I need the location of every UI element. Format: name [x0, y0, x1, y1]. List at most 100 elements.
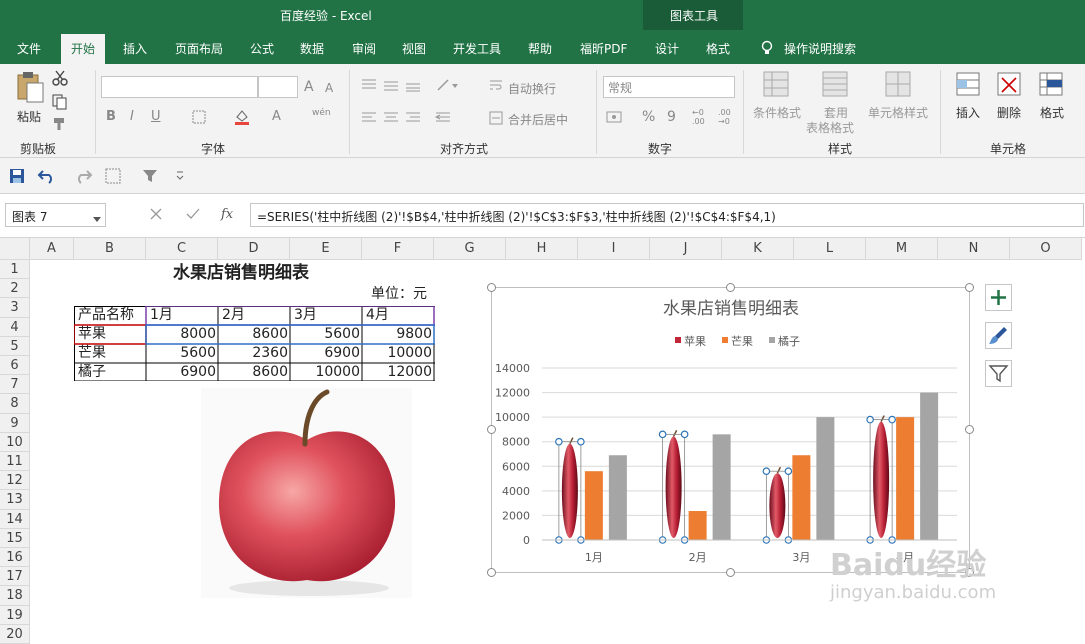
tab-file[interactable]: 文件 [17, 40, 41, 57]
resize-handle[interactable] [726, 568, 735, 577]
tab-review[interactable]: 审阅 [352, 40, 376, 57]
formula-input[interactable]: =SERIES('柱中折线图 (2)'!$B$4,'柱中折线图 (2)'!$C$… [250, 203, 1084, 227]
table-cell[interactable]: 9800 [363, 325, 435, 345]
row-header-11[interactable]: 11 [0, 452, 30, 472]
column-header-b[interactable]: B [74, 238, 146, 260]
number-format-select[interactable]: 常规 [603, 76, 735, 98]
column-header-k[interactable]: K [722, 238, 794, 260]
row-header-7[interactable]: 7 [0, 375, 30, 395]
resize-handle[interactable] [726, 283, 735, 292]
chart-elements-button[interactable] [985, 284, 1012, 311]
row-header-16[interactable]: 16 [0, 548, 30, 568]
header-product[interactable]: 产品名称 [75, 306, 137, 326]
format-cells-icon[interactable] [1037, 70, 1065, 101]
table-cell[interactable]: 8600 [219, 363, 291, 383]
tab-format[interactable]: 格式 [706, 40, 730, 57]
sheet-title[interactable]: 水果店销售明细表 [170, 264, 312, 284]
row-header-13[interactable]: 13 [0, 490, 30, 510]
column-header-o[interactable]: O [1010, 238, 1082, 260]
orientation-icon[interactable] [436, 78, 460, 95]
copy-icon[interactable] [52, 94, 70, 113]
percent-button[interactable]: % [642, 109, 655, 125]
delete-cells-button[interactable]: 删除 [997, 104, 1021, 121]
enter-check-icon[interactable] [186, 208, 200, 223]
tab-insert[interactable]: 插入 [123, 40, 147, 57]
row-header-1[interactable]: 1 [0, 260, 30, 280]
table-format-icon[interactable] [821, 70, 849, 101]
cut-icon[interactable] [52, 70, 68, 89]
conditional-format-button[interactable]: 条件格式 [753, 104, 801, 121]
resize-handle[interactable] [965, 283, 974, 292]
row-header-18[interactable]: 18 [0, 586, 30, 606]
phonetic-button[interactable]: wén [312, 108, 331, 118]
unit-label[interactable]: 单位：元 [368, 285, 430, 305]
column-header-a[interactable]: A [30, 238, 74, 260]
table-cell[interactable]: 5600 [147, 344, 219, 364]
tell-me-search[interactable]: 操作说明搜索 [784, 40, 856, 57]
wrap-text-button[interactable]: 自动换行 [508, 80, 556, 97]
tab-design[interactable]: 设计 [655, 40, 679, 57]
tab-data[interactable]: 数据 [300, 40, 324, 57]
tab-formulas[interactable]: 公式 [250, 40, 274, 57]
undo-icon[interactable] [37, 168, 57, 187]
font-size-select[interactable] [258, 76, 298, 98]
resize-handle[interactable] [487, 568, 496, 577]
table-cell[interactable]: 10000 [291, 363, 363, 383]
delete-cells-icon[interactable] [996, 70, 1022, 101]
fill-color-icon[interactable] [234, 108, 250, 129]
column-header-l[interactable]: L [794, 238, 866, 260]
insert-cells-icon[interactable] [955, 70, 981, 101]
tab-view[interactable]: 视图 [402, 40, 426, 57]
save-icon[interactable] [9, 168, 25, 187]
column-header-n[interactable]: N [938, 238, 1010, 260]
column-header-c[interactable]: C [146, 238, 218, 260]
column-header-d[interactable]: D [218, 238, 290, 260]
cell-styles-icon[interactable] [884, 70, 912, 101]
format-cells-button[interactable]: 格式 [1040, 104, 1064, 121]
row-header-17[interactable]: 17 [0, 567, 30, 587]
table-cell[interactable]: 12000 [363, 363, 435, 383]
font-name-select[interactable] [101, 76, 258, 98]
tab-help[interactable]: 帮助 [528, 40, 552, 57]
insert-cells-button[interactable]: 插入 [956, 104, 980, 121]
cancel-icon[interactable] [150, 208, 162, 223]
insert-function-button[interactable]: fx [221, 207, 233, 222]
row-header-12[interactable]: 12 [0, 471, 30, 491]
chevron-down-icon[interactable] [93, 212, 101, 226]
table-cell[interactable]: 6900 [291, 344, 363, 364]
border-toggle-icon[interactable] [105, 168, 123, 187]
chart-filters-button[interactable] [985, 360, 1012, 387]
chart-styles-button[interactable] [985, 322, 1012, 349]
cell-styles-button[interactable]: 单元格样式 [868, 104, 928, 121]
row-header-14[interactable]: 14 [0, 509, 30, 529]
underline-button[interactable]: U [151, 109, 161, 124]
row-header-10[interactable]: 10 [0, 432, 30, 452]
table-cell[interactable]: 2360 [219, 344, 291, 364]
accounting-icon[interactable] [606, 110, 624, 127]
increase-decimal-button[interactable]: ←0 .00 [692, 108, 712, 126]
merge-center-button[interactable]: 合并后居中 [508, 111, 568, 128]
filter-icon[interactable] [142, 168, 158, 187]
row-header-8[interactable]: 8 [0, 394, 30, 414]
row-header-9[interactable]: 9 [0, 413, 30, 433]
tab-page-layout[interactable]: 页面布局 [175, 40, 223, 57]
table-cell[interactable]: 8000 [147, 325, 219, 345]
table-format-label-2[interactable]: 表格格式 [806, 119, 854, 136]
column-header-m[interactable]: M [866, 238, 938, 260]
chart-area[interactable]: 水果店销售明细表 苹果 芒果 橘子 0 2000 4000 6000 8000 10000 12… [491, 287, 970, 573]
wrap-text-icon[interactable] [489, 78, 503, 95]
table-cell[interactable]: 5600 [291, 325, 363, 345]
column-header-e[interactable]: E [290, 238, 362, 260]
bold-button[interactable]: B [106, 109, 116, 124]
resize-handle[interactable] [487, 283, 496, 292]
name-box[interactable]: 图表 7 [5, 203, 106, 227]
column-header-f[interactable]: F [362, 238, 434, 260]
apple-picture[interactable] [201, 388, 412, 598]
column-header-h[interactable]: H [506, 238, 578, 260]
resize-handle[interactable] [965, 425, 974, 434]
header-feb[interactable]: 2月 [219, 306, 248, 326]
column-header-i[interactable]: I [578, 238, 650, 260]
paste-button[interactable]: 粘贴 [15, 70, 45, 124]
tab-foxit-pdf[interactable]: 福昕PDF [580, 40, 627, 57]
row-header-20[interactable]: 20 [0, 624, 30, 644]
